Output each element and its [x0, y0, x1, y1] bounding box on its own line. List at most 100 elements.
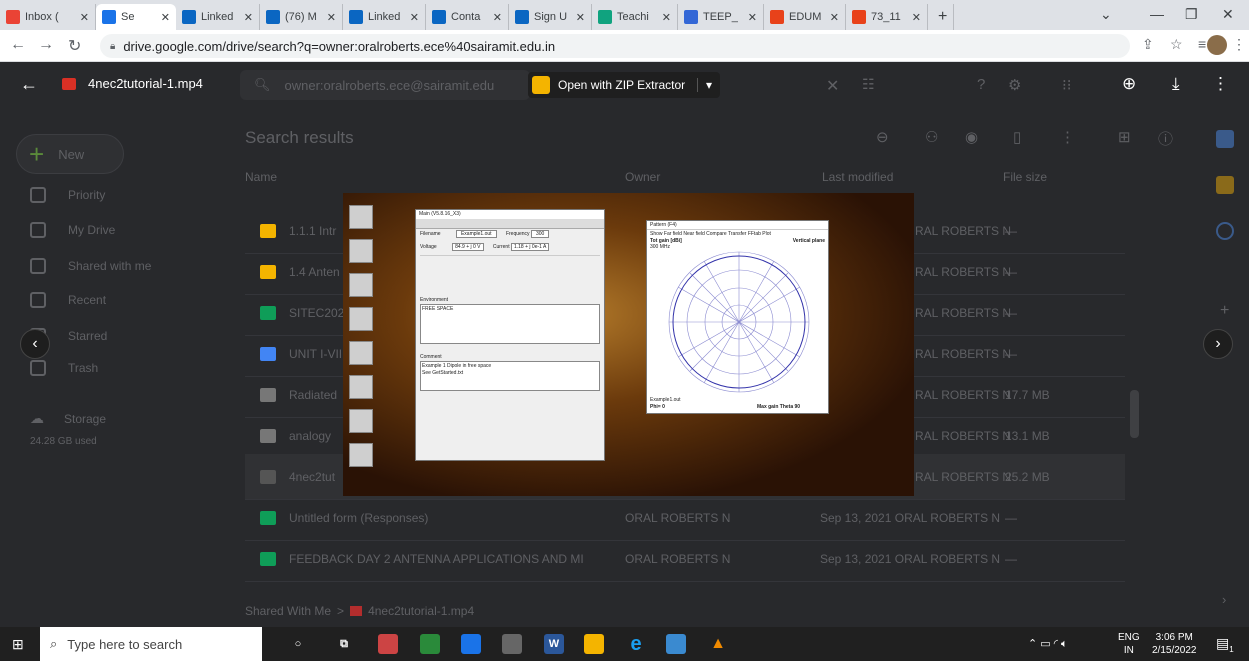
- photos-icon[interactable]: [666, 634, 686, 654]
- close-tab-icon[interactable]: ✕: [240, 11, 253, 24]
- tab-linkedin[interactable]: Linked ✕: [176, 4, 260, 30]
- link-icon[interactable]: ⊖: [876, 128, 889, 146]
- breadcrumb-file[interactable]: 4nec2tutorial-1.mp4: [368, 604, 474, 618]
- help-icon[interactable]: ?: [977, 76, 985, 93]
- col-name[interactable]: Name: [245, 170, 277, 184]
- keep-icon[interactable]: [1216, 176, 1234, 194]
- tab-drive[interactable]: Se ✕: [96, 4, 176, 30]
- task-view-icon[interactable]: ⧉: [334, 634, 354, 654]
- tab-sheet[interactable]: TEEP_ ✕: [678, 4, 764, 30]
- close-tab-icon[interactable]: ✕: [323, 11, 336, 24]
- tab-linkedin[interactable]: (76) M ✕: [260, 4, 343, 30]
- delete-icon[interactable]: ▯: [1013, 128, 1021, 146]
- open-with-button[interactable]: Open with ZIP Extractor ▾: [528, 72, 720, 98]
- restore-icon[interactable]: ❐: [1185, 6, 1198, 23]
- col-file-size[interactable]: File size: [1003, 170, 1047, 184]
- notification-icon[interactable]: ▤1: [1216, 635, 1234, 654]
- tab-search-icon[interactable]: ⌄: [1100, 6, 1112, 23]
- edge-icon[interactable]: e: [626, 633, 646, 655]
- reload-icon[interactable]: ↻: [68, 36, 81, 56]
- sidebar-item-recent[interactable]: Recent: [30, 292, 106, 308]
- storage-item[interactable]: ☁ Storage: [30, 410, 106, 427]
- scrollbar-thumb[interactable]: [1130, 390, 1139, 438]
- search-options-icon[interactable]: ☷: [862, 76, 875, 93]
- video-player[interactable]: Main (V5.8.16_X3) Filename Example1.out …: [343, 193, 914, 496]
- col-last-modified[interactable]: Last modified: [822, 170, 893, 184]
- add-person-icon[interactable]: ⚇: [925, 128, 938, 146]
- info-icon[interactable]: ⓘ: [1158, 128, 1173, 149]
- input-language[interactable]: ENG: [1118, 631, 1140, 644]
- open-with-label: Open with ZIP Extractor: [558, 78, 686, 92]
- new-tab-button[interactable]: +: [932, 4, 955, 30]
- file-row[interactable]: Untitled form (Responses) Sep 13, 2021 OR…: [245, 495, 1125, 541]
- grid-view-icon[interactable]: ⊞: [1118, 128, 1131, 146]
- breadcrumb-root[interactable]: Shared With Me: [245, 604, 331, 618]
- word-icon[interactable]: W: [544, 634, 564, 654]
- close-window-icon[interactable]: ✕: [1222, 6, 1234, 23]
- close-tab-icon[interactable]: ✕: [572, 11, 585, 24]
- paint-icon[interactable]: [502, 634, 522, 654]
- app-icon[interactable]: [420, 634, 440, 654]
- tab-edu[interactable]: EDUM ✕: [764, 4, 846, 30]
- sidebar-item-my-drive[interactable]: My Drive: [30, 222, 115, 238]
- close-tab-icon[interactable]: ✕: [658, 11, 671, 24]
- download-icon[interactable]: ⤓: [1172, 74, 1180, 94]
- tab-linkedin-video[interactable]: Linked ✕: [343, 4, 426, 30]
- tab-teach[interactable]: Teachi ✕: [592, 4, 678, 30]
- forward-icon[interactable]: →: [38, 36, 54, 54]
- apps-grid-icon[interactable]: ⁝⁝: [1062, 76, 1072, 94]
- tasks-icon[interactable]: [1216, 222, 1234, 240]
- reading-list-icon[interactable]: ≡: [1198, 36, 1206, 52]
- url-input[interactable]: 🔒︎ drive.google.com/drive/search?q=owner…: [100, 34, 1130, 58]
- preview-eye-icon[interactable]: ◉: [965, 128, 978, 146]
- clock-date[interactable]: 2/15/2022: [1152, 644, 1197, 657]
- profile-avatar[interactable]: [1207, 35, 1227, 55]
- tab-linkedin[interactable]: Conta ✕: [426, 4, 509, 30]
- close-tab-icon[interactable]: ✕: [908, 11, 921, 24]
- col-owner[interactable]: Owner: [625, 170, 660, 184]
- calendar-icon[interactable]: [1216, 130, 1234, 148]
- minimize-icon[interactable]: —: [1150, 6, 1164, 22]
- clear-search-icon[interactable]: ✕: [826, 76, 839, 96]
- chrome-icon[interactable]: [378, 634, 398, 654]
- file-explorer-icon[interactable]: [584, 634, 604, 654]
- taskbar-search[interactable]: ⌕ Type here to search: [40, 627, 262, 661]
- add-addon-icon[interactable]: +: [1220, 302, 1229, 320]
- windows-start-icon[interactable]: ⊞: [12, 636, 24, 653]
- input-region[interactable]: IN: [1118, 644, 1140, 657]
- expand-panel-icon[interactable]: ›: [1222, 592, 1226, 607]
- tab-edu[interactable]: 73_11 ✕: [846, 4, 928, 30]
- vlc-icon[interactable]: ▲: [708, 634, 728, 654]
- tab-linkedin[interactable]: Sign U ✕: [509, 4, 592, 30]
- close-tab-icon[interactable]: ✕: [76, 11, 89, 24]
- close-tab-icon[interactable]: ✕: [826, 11, 839, 24]
- open-with-dropdown-icon[interactable]: ▾: [696, 78, 720, 92]
- back-arrow-icon[interactable]: ←: [20, 74, 38, 95]
- sidebar-item-shared-with-me[interactable]: Shared with me: [30, 258, 151, 274]
- settings-gear-icon[interactable]: ⚙: [1008, 76, 1021, 94]
- next-file-button[interactable]: ›: [1203, 329, 1233, 359]
- close-tab-icon[interactable]: ✕: [744, 11, 757, 24]
- close-tab-icon[interactable]: ✕: [406, 11, 419, 24]
- back-icon[interactable]: ←: [10, 36, 26, 54]
- share-icon[interactable]: ⇪: [1142, 36, 1154, 53]
- viewer-more-icon[interactable]: ⋮: [1212, 74, 1229, 94]
- cortana-icon[interactable]: ○: [288, 634, 308, 654]
- previous-file-button[interactable]: ‹: [20, 329, 50, 359]
- bookmark-star-icon[interactable]: ☆: [1170, 36, 1183, 53]
- clock-time[interactable]: 3:06 PM: [1152, 631, 1197, 644]
- system-tray-icons[interactable]: ⌃ ▭ ◜ 🔈︎: [1028, 637, 1068, 651]
- browser-menu-icon[interactable]: ⋮: [1232, 36, 1246, 53]
- drive-search-input[interactable]: 🔍︎ owner:oralroberts.ece@sairamit.edu: [240, 70, 530, 100]
- file-row[interactable]: FEEDBACK DAY 2 ANTENNA APPLICATIONS AND …: [245, 536, 1125, 582]
- sidebar-item-label: Priority: [68, 188, 106, 202]
- close-tab-icon[interactable]: ✕: [157, 11, 170, 24]
- more-actions-icon[interactable]: ⋮: [1060, 128, 1075, 146]
- chrome-alt-icon[interactable]: [461, 634, 481, 654]
- sidebar-item-trash[interactable]: Trash: [30, 360, 98, 376]
- sidebar-item-priority[interactable]: Priority: [30, 187, 105, 203]
- close-tab-icon[interactable]: ✕: [489, 11, 502, 24]
- new-button[interactable]: + New: [16, 134, 124, 174]
- add-to-drive-icon[interactable]: ⊕: [1122, 74, 1136, 94]
- tab-gmail[interactable]: Inbox (✕: [0, 4, 96, 30]
